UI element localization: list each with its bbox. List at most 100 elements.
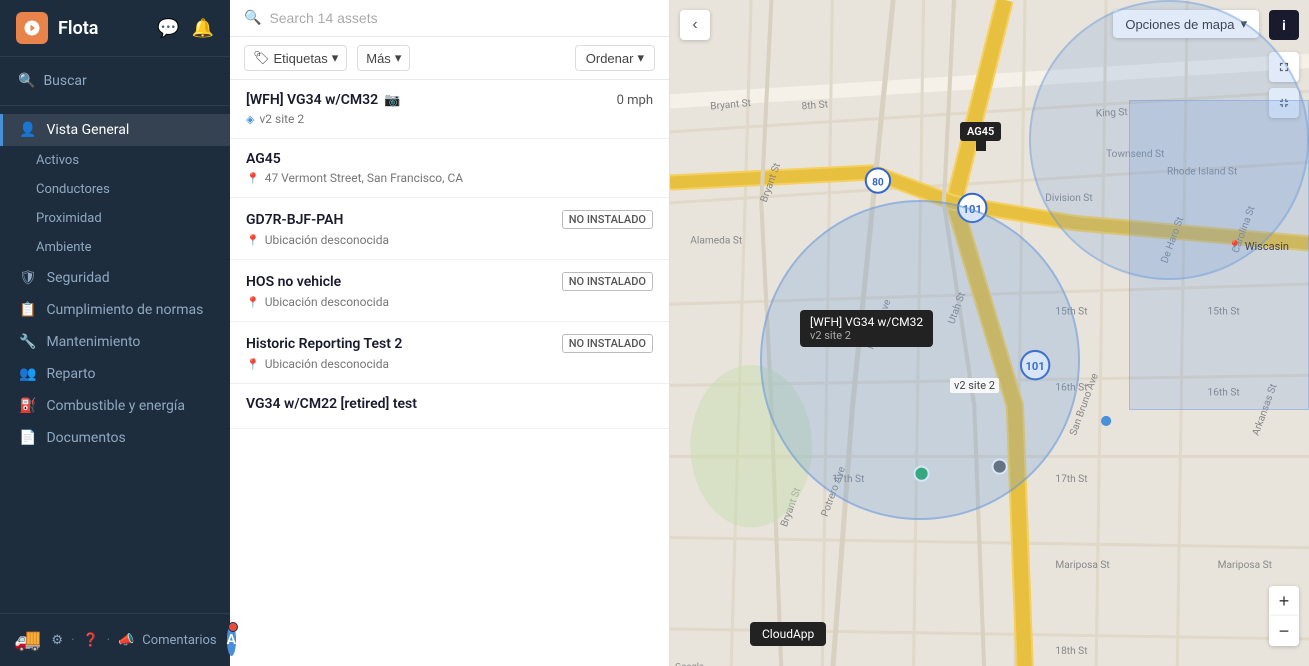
tags-filter-button[interactable]: 🏷 Etiquetas ▾ (244, 45, 347, 71)
sidebar-item-mantenimiento[interactable]: 🔧 Mantenimiento (0, 326, 230, 358)
sidebar-item-conductores[interactable]: Conductores (0, 175, 230, 204)
sidebar-footer: 🚚 ⚙ · ❓ · 📣 Comentarios A ◀ (0, 613, 230, 666)
map-area: 101 80 101 Bryant St 8th St King St Town… (670, 0, 1309, 666)
notification-badge (228, 622, 238, 632)
svg-text:8th St: 8th St (801, 99, 828, 112)
svg-text:80: 80 (872, 178, 884, 189)
tags-chevron-icon: ▾ (332, 50, 339, 66)
location-icon: 📍 (246, 296, 260, 309)
megaphone-icon: 📣 (118, 633, 134, 648)
asset-speed: 0 mph (617, 93, 653, 108)
truck-icon[interactable]: 🚚 (14, 628, 41, 653)
location-icon: 📍 (246, 358, 260, 371)
asset-list: [WFH] VG34 w/CM32 📷 0 mph ◈ v2 site 2 AG… (230, 80, 669, 666)
asset-location-text: v2 site 2 (259, 112, 304, 126)
location-icon: 📍 (246, 172, 260, 185)
sidebar-item-seguridad[interactable]: 🛡 Seguridad (0, 262, 230, 294)
location-icon: 📍 (246, 234, 260, 247)
search-item[interactable]: 🔍 Buscar (14, 67, 216, 95)
sidebar: Flota 💬 🔔 🔍 Buscar 👤 Vista General Activ… (0, 0, 230, 666)
fuel-icon: ⛽ (19, 398, 36, 414)
sidebar-item-reparto[interactable]: 👥 Reparto (0, 358, 230, 390)
sidebar-nav: 👤 Vista General Activos Conductores Prox… (0, 106, 230, 613)
sidebar-item-proximidad[interactable]: Proximidad (0, 204, 230, 233)
asset-item-4[interactable]: HOS no vehicle NO INSTALADO 📍 Ubicación … (230, 260, 669, 322)
sidebar-item-combustible[interactable]: ⛽ Combustible y energía (0, 390, 230, 422)
asset-name-text: Historic Reporting Test 2 (246, 336, 402, 352)
asset-item-2[interactable]: AG45 📍 47 Vermont Street, San Francisco,… (230, 139, 669, 198)
app-title: Flota (58, 18, 98, 39)
svg-text:18th St: 18th St (1055, 646, 1087, 657)
search-label: Buscar (43, 73, 86, 89)
clipboard-icon: 📋 (19, 302, 36, 318)
sidebar-item-vista-general[interactable]: 👤 Vista General (0, 114, 230, 146)
not-installed-badge: NO INSTALADO (562, 272, 653, 291)
map-zoom-out-button[interactable]: − (1269, 616, 1299, 646)
map-info-button[interactable]: i (1269, 10, 1299, 40)
asset-search-bar: 🔍 (230, 0, 669, 37)
map-selection-rectangle (1129, 100, 1309, 410)
chat-icon[interactable]: 💬 (157, 18, 179, 39)
sidebar-item-activos[interactable]: Activos (0, 146, 230, 175)
sidebar-item-ambiente[interactable]: Ambiente (0, 233, 230, 262)
sidebar-item-documentos[interactable]: 📄 Documentos (0, 422, 230, 454)
footer-icons: ⚙ · ❓ · 📣 Comentarios (51, 633, 216, 648)
asset-location-text: Ubicación desconocida (265, 357, 389, 371)
help-icon[interactable]: ❓ (82, 633, 98, 648)
location-icon: ◈ (246, 113, 254, 126)
search-icon: 🔍 (18, 73, 35, 89)
asset-location-text: 47 Vermont Street, San Francisco, CA (265, 171, 463, 185)
asset-item-1[interactable]: [WFH] VG34 w/CM32 📷 0 mph ◈ v2 site 2 (230, 80, 669, 139)
svg-text:17th St: 17th St (1055, 474, 1087, 485)
gear-icon[interactable]: ⚙ (51, 633, 63, 648)
asset-name-text: GD7R-BJF-PAH (246, 212, 343, 228)
grid-icon: 👤 (19, 122, 36, 138)
asset-item-6[interactable]: VG34 w/CM22 [retired] test (230, 384, 669, 429)
not-installed-badge: NO INSTALADO (562, 210, 653, 229)
avatar[interactable]: A (227, 624, 236, 656)
sidebar-item-cumplimiento[interactable]: 📋 Cumplimiento de normas (0, 294, 230, 326)
sort-button[interactable]: Ordenar ▾ (575, 45, 655, 71)
app-logo-icon[interactable] (16, 12, 48, 44)
asset-name-text: AG45 (246, 151, 281, 167)
sidebar-search-section: 🔍 Buscar (0, 57, 230, 106)
sidebar-logo-area: Flota 💬 🔔 (0, 0, 230, 57)
asset-item-3[interactable]: GD7R-BJF-PAH NO INSTALADO 📍 Ubicación de… (230, 198, 669, 260)
feedback-label[interactable]: Comentarios (142, 633, 216, 648)
asset-item-5[interactable]: Historic Reporting Test 2 NO INSTALADO 📍… (230, 322, 669, 384)
svg-text:Mariposa St: Mariposa St (1218, 560, 1272, 571)
svg-text:Alameda St: Alameda St (690, 235, 742, 246)
cloudapp-tooltip: CloudApp (750, 622, 826, 646)
svg-text:Mariposa St: Mariposa St (1055, 560, 1109, 571)
proximity-circle-main (760, 200, 1080, 520)
map-collapse-button[interactable]: ‹ (680, 10, 710, 40)
asset-name-text: [WFH] VG34 w/CM32 (246, 92, 378, 108)
asset-location-text: Ubicación desconocida (265, 233, 389, 247)
wiscasin-label: 📍 Wiscasin (1228, 240, 1289, 253)
asset-panel: 🔍 🏷 Etiquetas ▾ Más ▾ Ordenar ▾ [WFH] VG… (230, 0, 670, 666)
people-icon: 👥 (19, 366, 36, 382)
asset-name-text: HOS no vehicle (246, 274, 341, 290)
camera-icon: 📷 (384, 93, 400, 108)
map-zoom-in-button[interactable]: + (1269, 586, 1299, 616)
bell-icon[interactable]: 🔔 (192, 18, 214, 39)
sort-chevron-icon: ▾ (637, 50, 644, 66)
marker-rect-ag45 (976, 141, 986, 151)
asset-location-text: Ubicación desconocida (265, 295, 389, 309)
vehicle-tooltip[interactable]: [WFH] VG34 w/CM32 v2 site 2 (800, 310, 933, 347)
doc-icon: 📄 (19, 430, 36, 446)
not-installed-badge: NO INSTALADO (562, 334, 653, 353)
wiscasin-pin: 📍 (1228, 240, 1242, 253)
asset-filters: 🏷 Etiquetas ▾ Más ▾ Ordenar ▾ (230, 37, 669, 80)
tooltip-vehicle-sub: v2 site 2 (810, 329, 923, 342)
tag-icon: 🏷 (253, 50, 270, 66)
more-chevron-icon: ▾ (395, 50, 402, 66)
more-filter-button[interactable]: Más ▾ (357, 45, 410, 71)
asset-name-text: VG34 w/CM22 [retired] test (246, 396, 417, 412)
header-icons: 💬 🔔 (157, 18, 214, 39)
map-marker-ag45[interactable]: AG45 (960, 120, 1001, 151)
asset-search-input[interactable] (269, 10, 655, 26)
tooltip-vehicle-name: [WFH] VG34 w/CM32 (810, 315, 923, 329)
svg-text:Google: Google (675, 662, 704, 666)
wrench-icon: 🔧 (19, 334, 36, 350)
